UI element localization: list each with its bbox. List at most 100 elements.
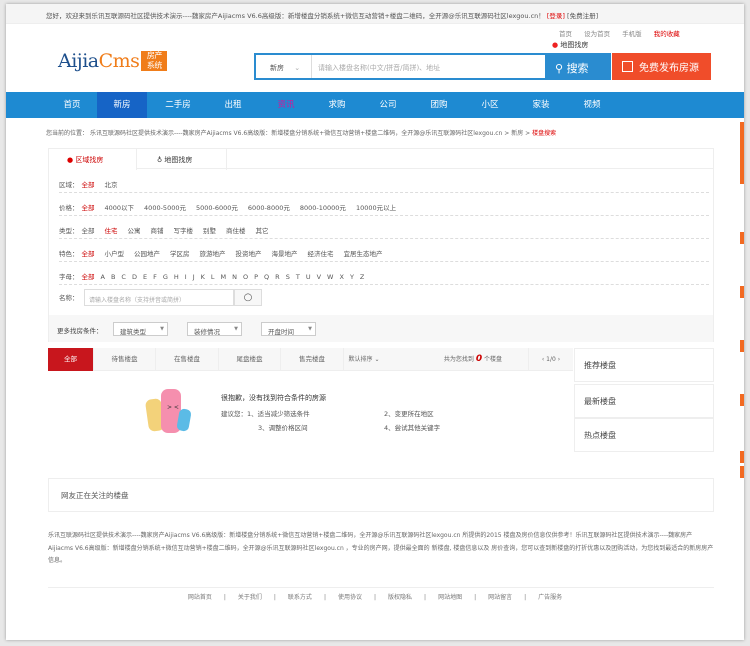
- filter-option[interactable]: G: [163, 273, 168, 281]
- recommended-listings[interactable]: 推荐楼盘: [574, 348, 714, 382]
- nav-decoration[interactable]: 家装: [516, 92, 566, 118]
- filter-option[interactable]: 全部: [82, 204, 95, 212]
- footer-link[interactable]: 联系方式: [288, 594, 312, 601]
- side-float-tab[interactable]: [740, 451, 744, 463]
- side-float-tab[interactable]: [740, 122, 744, 184]
- filter-option[interactable]: B: [111, 273, 115, 281]
- breadcrumb-site[interactable]: 乐讯互联源码社区提供技术演示----魏家房产Aijiacms V6.6高级版：新…: [90, 130, 502, 137]
- filter-option[interactable]: P: [254, 273, 258, 281]
- filter-option[interactable]: K: [201, 273, 205, 281]
- filter-option[interactable]: L: [211, 273, 215, 281]
- filter-option[interactable]: O: [243, 273, 248, 281]
- footer-link[interactable]: 网站地图: [438, 594, 462, 601]
- filter-option[interactable]: A: [101, 273, 105, 281]
- filter-option[interactable]: Z: [360, 273, 364, 281]
- building-type-select[interactable]: 建筑类型 ▼: [113, 322, 168, 336]
- filter-option[interactable]: U: [306, 273, 311, 281]
- footer-link[interactable]: 网站留言: [488, 594, 512, 601]
- filter-option[interactable]: 全部: [82, 227, 95, 235]
- nav-group-buy[interactable]: 团购: [414, 92, 464, 118]
- footer-link[interactable]: 网站首页: [188, 594, 212, 601]
- name-search-button[interactable]: ○: [234, 289, 262, 306]
- tab-sold-out[interactable]: 售完楼盘: [281, 348, 344, 371]
- nav-rent[interactable]: 出租: [208, 92, 258, 118]
- filter-option[interactable]: Y: [350, 273, 354, 281]
- filter-option[interactable]: 住宅: [105, 227, 118, 235]
- prev-icon[interactable]: ‹: [542, 356, 544, 363]
- filter-option[interactable]: 宜居生态地产: [344, 250, 383, 258]
- logo[interactable]: AijiaCms 房产 系统: [58, 50, 168, 72]
- filter-option[interactable]: 全部: [82, 273, 95, 281]
- filter-option[interactable]: X: [339, 273, 343, 281]
- filter-option[interactable]: 全部: [82, 181, 95, 189]
- filter-option[interactable]: 海景地产: [272, 250, 298, 258]
- filter-option[interactable]: 4000以下: [105, 204, 135, 212]
- filter-option[interactable]: 5000-6000元: [196, 204, 238, 212]
- filter-option[interactable]: I: [185, 273, 187, 281]
- filter-option[interactable]: S: [286, 273, 290, 281]
- nav-home[interactable]: 首页: [47, 92, 97, 118]
- tab-tail[interactable]: 尾盘楼盘: [219, 348, 281, 371]
- filter-option[interactable]: 别墅: [203, 227, 216, 235]
- publish-listing-button[interactable]: 免费发布房源: [612, 53, 711, 80]
- register-link[interactable]: [免费注册]: [567, 12, 598, 20]
- tab-map-search[interactable]: ♁ 地图找房: [137, 149, 227, 170]
- set-home-link[interactable]: 设为首页: [584, 30, 610, 38]
- map-find-link[interactable]: ● 地图找房: [552, 40, 588, 50]
- pager[interactable]: ‹ 1/0 ›: [528, 348, 573, 371]
- footer-link[interactable]: 使用协议: [338, 594, 362, 601]
- search-input[interactable]: 请输入楼盘名称(中文/拼音/简拼)、地址: [312, 55, 545, 78]
- filter-option[interactable]: 6000-8000元: [248, 204, 290, 212]
- side-float-tab[interactable]: [740, 466, 744, 478]
- footer-link[interactable]: 版权隐私: [388, 594, 412, 601]
- filter-option[interactable]: H: [174, 273, 179, 281]
- nav-wanted[interactable]: 求购: [312, 92, 362, 118]
- nav-second-hand[interactable]: 二手房: [153, 92, 203, 118]
- filter-option[interactable]: 全部: [82, 250, 95, 258]
- nav-video[interactable]: 视频: [567, 92, 617, 118]
- filter-option[interactable]: 经济住宅: [308, 250, 334, 258]
- hot-listings[interactable]: 热点楼盘: [574, 418, 714, 452]
- sort-select[interactable]: 默认排序 ⌄: [344, 348, 384, 371]
- nav-new-homes[interactable]: 新房: [97, 92, 147, 118]
- filter-option[interactable]: 北京: [105, 181, 118, 189]
- filter-option[interactable]: 学区房: [170, 250, 190, 258]
- filter-option[interactable]: 商住楼: [226, 227, 246, 235]
- tab-all[interactable]: 全部: [48, 348, 94, 371]
- filter-option[interactable]: F: [153, 273, 157, 281]
- filter-option[interactable]: R: [275, 273, 280, 281]
- tab-area-search[interactable]: ● 区域找房: [49, 149, 137, 170]
- favorites-link[interactable]: 我的收藏: [654, 30, 680, 38]
- filter-option[interactable]: 写字楼: [174, 227, 194, 235]
- tab-on-sale[interactable]: 在售楼盘: [156, 348, 219, 371]
- search-button[interactable]: ⚲ 搜索: [545, 55, 609, 78]
- filter-option[interactable]: T: [296, 273, 300, 281]
- name-input[interactable]: 请输入楼盘名称（支持拼音或简拼）: [84, 289, 234, 306]
- opening-time-select[interactable]: 开盘时间 ▼: [261, 322, 316, 336]
- filter-option[interactable]: 其它: [256, 227, 269, 235]
- filter-option[interactable]: C: [121, 273, 126, 281]
- filter-option[interactable]: N: [232, 273, 237, 281]
- side-float-tab[interactable]: [740, 286, 744, 298]
- side-float-tab[interactable]: [740, 340, 744, 352]
- filter-option[interactable]: 10000元以上: [356, 204, 396, 212]
- filter-option[interactable]: Q: [264, 273, 269, 281]
- nav-community[interactable]: 小区: [465, 92, 515, 118]
- side-float-tab[interactable]: [740, 394, 744, 406]
- nav-company[interactable]: 公司: [363, 92, 413, 118]
- nav-news[interactable]: 资讯: [261, 92, 311, 118]
- filter-option[interactable]: 4000-5000元: [144, 204, 186, 212]
- latest-listings[interactable]: 最新楼盘: [574, 384, 714, 418]
- filter-option[interactable]: J: [193, 273, 195, 281]
- filter-option[interactable]: V: [317, 273, 321, 281]
- filter-option[interactable]: 公园地产: [134, 250, 160, 258]
- filter-option[interactable]: 投资地产: [236, 250, 262, 258]
- filter-option[interactable]: D: [132, 273, 137, 281]
- login-link[interactable]: [登录]: [547, 12, 565, 20]
- filter-option[interactable]: 小户型: [105, 250, 125, 258]
- footer-link[interactable]: 关于我们: [238, 594, 262, 601]
- decoration-select[interactable]: 装修情况 ▼: [187, 322, 242, 336]
- breadcrumb-new-homes[interactable]: 新房: [511, 130, 523, 137]
- filter-option[interactable]: W: [327, 273, 333, 281]
- filter-option[interactable]: 旅游地产: [200, 250, 226, 258]
